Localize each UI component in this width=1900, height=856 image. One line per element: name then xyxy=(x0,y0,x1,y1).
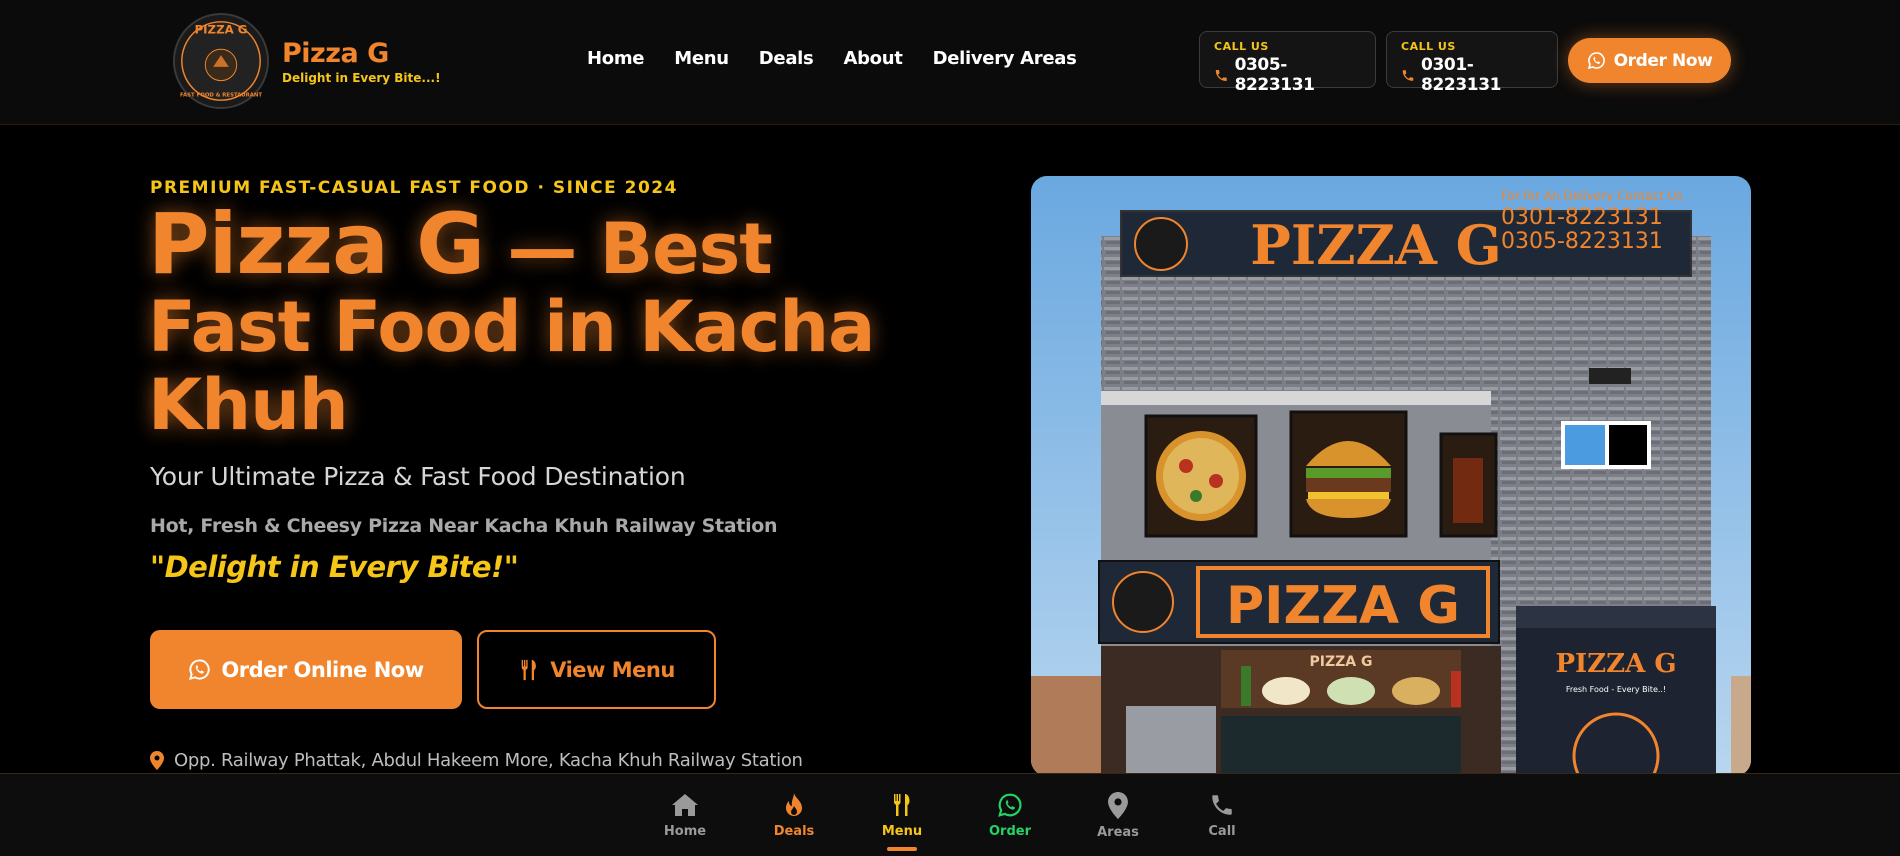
hero-title-line3: Khuh xyxy=(148,364,349,446)
phone-icon xyxy=(1212,795,1232,815)
bottom-nav: Home Deals Menu Order Areas Call xyxy=(0,773,1900,856)
whatsapp-icon xyxy=(1587,52,1605,70)
utensils-icon xyxy=(521,659,537,680)
storefront-illustration: PIZZA G For for An Delivery Contact Us 0… xyxy=(1031,176,1751,776)
top-sign-number-1: 0301-8223131 xyxy=(1501,205,1663,230)
nav-home[interactable]: Home xyxy=(587,48,645,69)
map-pin-icon xyxy=(150,751,164,770)
bottom-nav-menu[interactable]: Menu xyxy=(862,792,942,851)
bottom-nav-label: Call xyxy=(1208,824,1236,839)
call-us-button-2[interactable]: CALL US 0301-8223131 xyxy=(1386,31,1558,95)
hero-title-line2: Fast Food in Kacha xyxy=(148,286,875,368)
call-label: CALL US xyxy=(1401,40,1456,53)
brand-name: Pizza G xyxy=(282,37,389,69)
logo-badge-icon: PIZZA G FAST FOOD & RESTAURANT xyxy=(172,12,270,110)
main-nav: Home Menu Deals About Delivery Areas xyxy=(587,48,1077,69)
brand-tagline: Delight in Every Bite...! xyxy=(282,70,441,85)
bottom-nav-label: Deals xyxy=(773,824,815,839)
bottom-nav-call[interactable]: Call xyxy=(1182,792,1262,839)
bottom-nav-label: Home xyxy=(663,824,707,839)
top-sign-text: PIZZA G xyxy=(1250,213,1502,277)
store-address: Opp. Railway Phattak, Abdul Hakeem More,… xyxy=(150,750,803,771)
logo-ring-text: FAST FOOD & RESTAURANT xyxy=(180,92,262,98)
bottom-nav-home[interactable]: Home xyxy=(645,792,725,839)
map-pin-icon xyxy=(1108,792,1128,819)
mid-sign-logo-icon xyxy=(1112,571,1174,633)
hero-title-brand: Pizza G xyxy=(148,195,485,293)
bottom-nav-label: Order xyxy=(989,824,1031,839)
top-sign-logo-icon xyxy=(1134,217,1188,271)
order-now-button[interactable]: Order Now xyxy=(1568,38,1731,83)
logo-text: PIZZA G xyxy=(195,23,248,37)
nav-deals[interactable]: Deals xyxy=(759,48,814,69)
lower-sign-text: PIZZA G xyxy=(1310,654,1373,670)
active-indicator xyxy=(887,847,917,851)
address-text: Opp. Railway Phattak, Abdul Hakeem More,… xyxy=(174,750,803,771)
brand-logo-link[interactable]: PIZZA G FAST FOOD & RESTAURANT Pizza G D… xyxy=(172,12,441,110)
hero-title-best: — Best xyxy=(484,208,772,290)
utensils-icon xyxy=(894,794,910,816)
phone-icon xyxy=(1215,69,1227,81)
site-header: PIZZA G FAST FOOD & RESTAURANT Pizza G D… xyxy=(0,0,1900,125)
top-sign-contact: For for An Delivery Contact Us xyxy=(1501,189,1683,203)
bottom-nav-areas[interactable]: Areas xyxy=(1078,792,1158,840)
bottom-nav-order[interactable]: Order xyxy=(970,792,1050,839)
right-sign-tag: Fresh Food - Every Bite..! xyxy=(1566,685,1666,694)
nav-menu[interactable]: Menu xyxy=(674,48,729,69)
whatsapp-icon xyxy=(189,659,211,680)
view-menu-button[interactable]: View Menu xyxy=(477,630,716,709)
view-menu-label: View Menu xyxy=(550,657,675,682)
call-number: 0305-8223131 xyxy=(1234,55,1315,95)
hero-subtitle: Your Ultimate Pizza & Fast Food Destinat… xyxy=(150,462,686,491)
phone-icon xyxy=(1402,69,1414,81)
nav-about[interactable]: About xyxy=(843,48,902,69)
home-icon xyxy=(672,794,698,816)
whatsapp-icon xyxy=(998,793,1022,817)
call-label: CALL US xyxy=(1214,40,1269,53)
nav-delivery-areas[interactable]: Delivery Areas xyxy=(933,48,1077,69)
storefront-photo: PIZZA G For for An Delivery Contact Us 0… xyxy=(1031,176,1751,776)
bottom-nav-label: Menu xyxy=(881,824,923,839)
top-sign-number-2: 0305-8223131 xyxy=(1501,229,1663,254)
hero-title: Pizza G — Best Fast Food in Kacha Khuh xyxy=(148,202,928,446)
bottom-nav-deals[interactable]: Deals xyxy=(754,792,834,839)
mid-sign-text: PIZZA G xyxy=(1226,576,1460,636)
order-online-button[interactable]: Order Online Now xyxy=(150,630,462,709)
order-now-label: Order Now xyxy=(1613,50,1713,71)
hero-slogan: "Delight in Every Bite!" xyxy=(150,550,519,584)
flame-icon xyxy=(786,793,802,816)
order-online-label: Order Online Now xyxy=(221,657,424,682)
call-number: 0301-8223131 xyxy=(1421,55,1502,95)
right-sign-text: PIZZA G xyxy=(1555,649,1676,679)
bottom-nav-label: Areas xyxy=(1097,825,1139,840)
call-us-button-1[interactable]: CALL US 0305-8223131 xyxy=(1199,31,1376,95)
hero-subline: Hot, Fresh & Cheesy Pizza Near Kacha Khu… xyxy=(150,515,778,537)
